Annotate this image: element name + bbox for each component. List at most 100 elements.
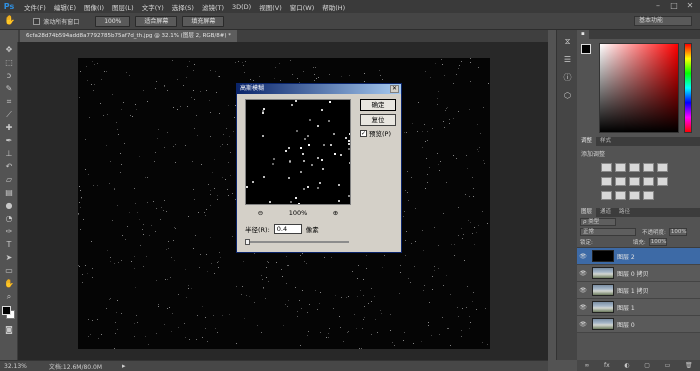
- gradient-tool-icon[interactable]: ▤: [3, 187, 15, 198]
- levels-icon[interactable]: [615, 163, 626, 172]
- eye-icon[interactable]: 👁: [577, 304, 589, 311]
- zoom-100-button[interactable]: 100%: [95, 15, 131, 27]
- move-tool-icon[interactable]: ✥: [3, 44, 15, 55]
- history-panel-icon[interactable]: ⧖: [560, 35, 575, 48]
- menu-window[interactable]: 窗口(W): [290, 2, 315, 12]
- brightness-icon[interactable]: [601, 163, 612, 172]
- quick-mask-icon[interactable]: ◙: [3, 324, 15, 335]
- opacity-input[interactable]: 100%: [668, 228, 687, 236]
- posterize-icon[interactable]: [615, 191, 626, 200]
- threshold-icon[interactable]: [629, 191, 640, 200]
- blur-tool-icon[interactable]: ●: [3, 200, 15, 211]
- properties-panel-icon[interactable]: ☰: [560, 53, 575, 66]
- maximize-icon[interactable]: □: [668, 1, 680, 11]
- tab-layers[interactable]: 图层: [577, 208, 597, 217]
- menu-type[interactable]: 文字(Y): [142, 2, 164, 12]
- hand-tool-icon[interactable]: ✋: [3, 278, 15, 289]
- link-layers-icon[interactable]: ∞: [584, 362, 589, 369]
- menu-image[interactable]: 图像(I): [84, 2, 104, 12]
- menu-filter[interactable]: 滤镜(T): [202, 2, 224, 12]
- invert-icon[interactable]: [601, 191, 612, 200]
- eye-icon[interactable]: 👁: [577, 321, 589, 328]
- delete-layer-icon[interactable]: 🗑: [685, 362, 693, 369]
- menu-3d[interactable]: 3D(D): [232, 3, 251, 11]
- new-group-icon[interactable]: ▢: [644, 362, 650, 369]
- layer-row[interactable]: 👁 图层 1: [577, 299, 700, 316]
- menu-help[interactable]: 帮助(H): [322, 2, 345, 12]
- fill-screen-button[interactable]: 填充屏幕: [182, 15, 225, 27]
- layer-row[interactable]: 👁 图层 1 拷贝: [577, 282, 700, 299]
- pen-tool-icon[interactable]: ✑: [3, 226, 15, 237]
- tab-channels[interactable]: 通道: [596, 208, 615, 217]
- lasso-tool-icon[interactable]: ↄ: [3, 70, 15, 81]
- eye-icon[interactable]: 👁: [577, 270, 589, 277]
- minimize-icon[interactable]: –: [652, 1, 664, 11]
- quick-select-tool-icon[interactable]: ✎: [3, 83, 15, 94]
- reset-button[interactable]: 复位: [360, 114, 396, 126]
- close-icon[interactable]: ✕: [684, 1, 696, 11]
- black-white-icon[interactable]: [629, 177, 640, 186]
- zoom-level-field[interactable]: 32.13%: [4, 363, 27, 370]
- crop-tool-icon[interactable]: ⌗: [3, 96, 15, 107]
- tab-paths[interactable]: 路径: [615, 208, 634, 217]
- layer-row[interactable]: 👁 图层 0 拷贝: [577, 265, 700, 282]
- radius-slider[interactable]: [245, 239, 349, 245]
- status-menu-arrow-icon[interactable]: ▸: [122, 362, 126, 370]
- foreground-color-swatch[interactable]: [581, 44, 591, 54]
- eye-icon[interactable]: 👁: [577, 287, 589, 294]
- history-brush-tool-icon[interactable]: ↶: [3, 161, 15, 172]
- layer-row[interactable]: 👁 图层 0: [577, 316, 700, 333]
- curves-icon[interactable]: [629, 163, 640, 172]
- eyedropper-tool-icon[interactable]: ⟋: [3, 109, 15, 120]
- path-select-tool-icon[interactable]: ➤: [3, 252, 15, 263]
- menu-layer[interactable]: 图层(L): [112, 2, 134, 12]
- dodge-tool-icon[interactable]: ◔: [3, 213, 15, 224]
- 3d-panel-icon[interactable]: ⬡: [560, 89, 575, 102]
- check-icon[interactable]: ✓: [360, 129, 367, 137]
- zoom-tool-icon[interactable]: ⌕: [3, 291, 15, 302]
- preview-checkbox[interactable]: ✓ 预览(P): [360, 128, 391, 138]
- tab-styles[interactable]: 样式: [596, 137, 615, 146]
- gradient-map-icon[interactable]: [643, 191, 654, 200]
- workspace-select[interactable]: 基本功能: [634, 16, 692, 26]
- adjustment-layer-icon[interactable]: ◐: [624, 362, 629, 369]
- channel-mixer-icon[interactable]: [657, 177, 668, 186]
- ok-button[interactable]: 确定: [360, 99, 396, 111]
- menu-view[interactable]: 视图(V): [259, 2, 282, 12]
- eraser-tool-icon[interactable]: ▱: [3, 174, 15, 185]
- hue-saturation-icon[interactable]: [601, 177, 612, 186]
- shape-tool-icon[interactable]: ▭: [3, 265, 15, 276]
- menu-edit[interactable]: 编辑(E): [54, 2, 76, 12]
- info-panel-icon[interactable]: ⓘ: [560, 71, 575, 84]
- vibrance-icon[interactable]: [657, 163, 668, 172]
- exposure-icon[interactable]: [643, 163, 654, 172]
- tab-adjustments[interactable]: 调整: [577, 137, 597, 146]
- eye-icon[interactable]: 👁: [577, 253, 589, 260]
- radius-input[interactable]: 0.4: [273, 224, 302, 234]
- type-tool-icon[interactable]: T: [3, 239, 15, 250]
- blur-preview[interactable]: [245, 99, 351, 205]
- scroll-all-checkbox[interactable]: [33, 17, 41, 25]
- marquee-tool-icon[interactable]: ⬚: [3, 57, 15, 68]
- color-field[interactable]: [599, 43, 679, 133]
- document-tab[interactable]: 6cfa28d74b594add8a7792785b75af7d_th.jpg …: [20, 30, 238, 42]
- photo-filter-icon[interactable]: [643, 177, 654, 186]
- new-layer-icon[interactable]: ▭: [665, 362, 671, 369]
- tab-color[interactable]: ▪: [577, 30, 589, 39]
- layer-row[interactable]: 👁 图层 2: [577, 248, 700, 265]
- zoom-out-icon[interactable]: ⊖: [258, 209, 263, 217]
- fill-input[interactable]: 100%: [648, 238, 667, 246]
- hue-slider[interactable]: [684, 43, 692, 133]
- menu-select[interactable]: 选择(S): [172, 2, 194, 12]
- stamp-tool-icon[interactable]: ⊥: [3, 148, 15, 159]
- brush-tool-icon[interactable]: ✒: [3, 135, 15, 146]
- menu-file[interactable]: 文件(F): [24, 2, 46, 12]
- dialog-close-icon[interactable]: ✕: [390, 85, 399, 93]
- layer-style-icon[interactable]: fx: [604, 362, 610, 369]
- color-balance-icon[interactable]: [615, 177, 626, 186]
- healing-tool-icon[interactable]: ✚: [3, 122, 15, 133]
- color-swatches[interactable]: [2, 306, 16, 320]
- radius-slider-thumb[interactable]: [245, 239, 250, 245]
- blend-mode-select[interactable]: 正常: [580, 228, 636, 236]
- layer-kind-filter[interactable]: ρ 类型: [580, 218, 616, 226]
